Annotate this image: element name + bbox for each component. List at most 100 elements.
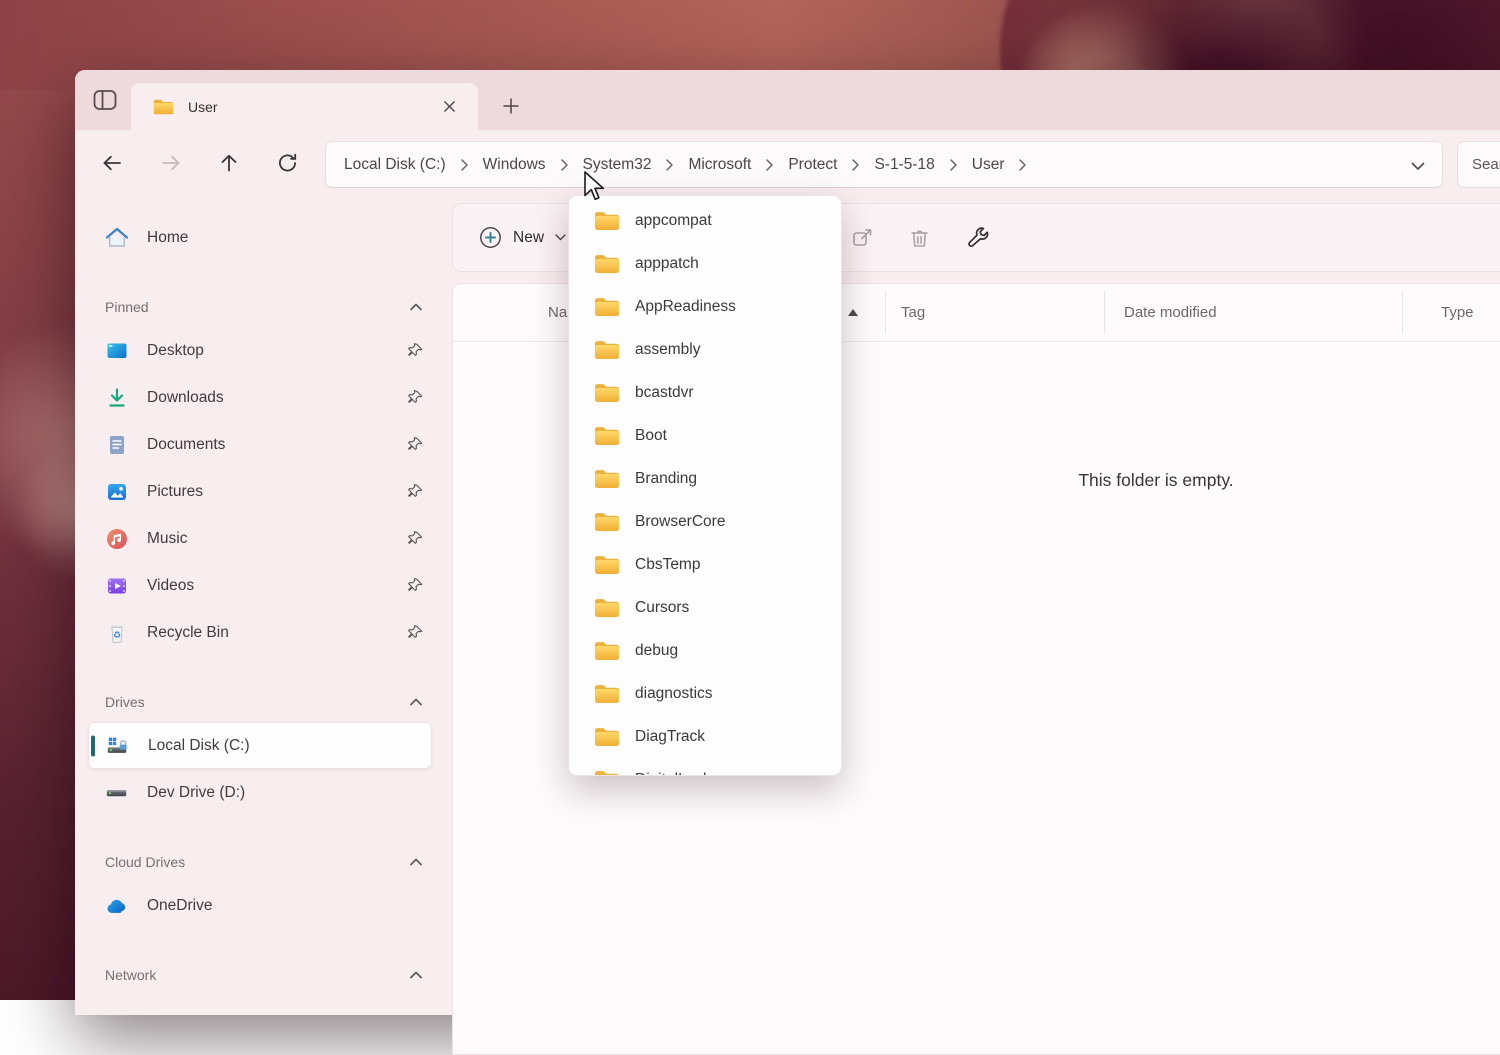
dropdown-folder-label: bcastdvr bbox=[635, 384, 694, 402]
videos-icon bbox=[105, 574, 129, 598]
sidebar-item-label: Documents bbox=[147, 436, 406, 454]
breadcrumb-item[interactable]: User bbox=[970, 153, 1007, 177]
sidebar-item[interactable]: Music bbox=[88, 515, 432, 562]
sidebar-item[interactable]: Downloads bbox=[88, 374, 432, 421]
sidebar-item-onedrive[interactable]: OneDrive bbox=[88, 882, 432, 929]
sidebar-section-pinned[interactable]: Pinned bbox=[88, 287, 432, 327]
dropdown-folder-item[interactable]: assembly bbox=[569, 328, 841, 371]
dropdown-folder-item[interactable]: DiagTrack bbox=[569, 715, 841, 758]
dropdown-folder-item[interactable]: DigitalLocker bbox=[569, 758, 841, 776]
pin-icon[interactable] bbox=[406, 389, 424, 407]
dropdown-folder-item[interactable]: bcastdvr bbox=[569, 371, 841, 414]
column-header-tag[interactable]: Tag bbox=[901, 284, 925, 341]
sidebar-item[interactable]: Videos bbox=[88, 562, 432, 609]
folder-icon bbox=[594, 554, 620, 576]
new-button[interactable]: New bbox=[479, 226, 566, 249]
dropdown-folder-item[interactable]: diagnostics bbox=[569, 672, 841, 715]
dropdown-folder-label: DigitalLocker bbox=[635, 771, 725, 777]
dropdown-folder-item[interactable]: CbsTemp bbox=[569, 543, 841, 586]
sidebar-item-home[interactable]: Home bbox=[88, 214, 432, 261]
breadcrumb-item[interactable]: Microsoft bbox=[686, 153, 753, 177]
sidebar-item[interactable]: Pictures bbox=[88, 468, 432, 515]
tools-button[interactable] bbox=[958, 218, 998, 258]
onedrive-icon bbox=[105, 894, 129, 918]
column-header-type[interactable]: Type bbox=[1441, 284, 1474, 341]
sidebar-section-cloud-drives[interactable]: Cloud Drives bbox=[88, 842, 432, 882]
sidebar-item-drive[interactable]: Local Disk (C:) bbox=[88, 722, 432, 769]
new-button-label: New bbox=[513, 229, 544, 247]
chevron-up-icon bbox=[410, 303, 422, 311]
tab-close-button[interactable] bbox=[436, 94, 462, 120]
search-placeholder: Search User bbox=[1472, 156, 1500, 173]
chevron-down-icon bbox=[1411, 162, 1425, 171]
dropdown-folder-item[interactable]: Cursors bbox=[569, 586, 841, 629]
sidebar-item[interactable]: ♻ Recycle Bin bbox=[88, 609, 432, 656]
sidebar-item-label: Pictures bbox=[147, 483, 406, 501]
breadcrumb-item[interactable]: S-1-5-18 bbox=[872, 153, 936, 177]
folder-icon bbox=[594, 210, 620, 232]
dropdown-folder-item[interactable]: BrowserCore bbox=[569, 500, 841, 543]
refresh-icon bbox=[275, 151, 299, 175]
breadcrumb-item[interactable]: System32 bbox=[581, 153, 654, 177]
sidebar-item-drive[interactable]: Dev Drive (D:) bbox=[88, 769, 432, 816]
pin-icon[interactable] bbox=[406, 483, 424, 501]
column-divider[interactable] bbox=[1104, 291, 1105, 334]
close-icon bbox=[443, 100, 456, 113]
home-icon bbox=[105, 226, 129, 250]
section-label: Pinned bbox=[105, 299, 410, 315]
folder-icon bbox=[594, 339, 620, 361]
tab-user[interactable]: User bbox=[131, 83, 478, 130]
dropdown-folder-item[interactable]: Branding bbox=[569, 457, 841, 500]
pin-icon[interactable] bbox=[406, 530, 424, 548]
column-divider[interactable] bbox=[885, 291, 886, 334]
tab-layout-icon bbox=[90, 85, 120, 115]
back-button[interactable] bbox=[93, 144, 131, 182]
tab-bar: User bbox=[75, 70, 1500, 130]
pinned-list: Desktop Downloads Documents Pictures bbox=[75, 327, 452, 656]
breadcrumb-separator-icon bbox=[949, 158, 958, 172]
sidebar-item[interactable]: Documents bbox=[88, 421, 432, 468]
dropdown-folder-item[interactable]: apppatch bbox=[569, 242, 841, 285]
up-arrow-icon bbox=[217, 151, 241, 175]
delete-button[interactable] bbox=[899, 218, 939, 258]
plus-icon bbox=[502, 97, 520, 115]
new-tab-button[interactable] bbox=[495, 90, 527, 122]
column-divider[interactable] bbox=[1402, 291, 1403, 334]
breadcrumb: Local Disk (C:) Windows System32 Microso… bbox=[342, 153, 1039, 177]
dropdown-folder-item[interactable]: debug bbox=[569, 629, 841, 672]
breadcrumb-separator-icon bbox=[1018, 158, 1027, 172]
pin-icon[interactable] bbox=[406, 342, 424, 360]
chevron-up-icon bbox=[410, 858, 422, 866]
dropdown-folder-label: AppReadiness bbox=[635, 298, 736, 316]
breadcrumb-separator-icon bbox=[560, 158, 569, 172]
address-dropdown-button[interactable] bbox=[1408, 156, 1428, 176]
music-icon bbox=[105, 527, 129, 551]
share-button[interactable] bbox=[842, 218, 882, 258]
sidebar-item[interactable]: Desktop bbox=[88, 327, 432, 374]
search-input[interactable]: Search User bbox=[1457, 141, 1500, 188]
sidebar-section-network[interactable]: Network bbox=[88, 955, 432, 995]
section-label: Network bbox=[105, 967, 410, 983]
column-header-date-modified[interactable]: Date modified bbox=[1124, 284, 1217, 341]
refresh-button[interactable] bbox=[268, 144, 306, 182]
sidebar: Home Pinned Desktop Downloads bbox=[75, 198, 452, 1015]
dropdown-folder-item[interactable]: Boot bbox=[569, 414, 841, 457]
breadcrumb-item[interactable]: Protect bbox=[786, 153, 839, 177]
folder-icon bbox=[594, 425, 620, 447]
up-button[interactable] bbox=[210, 144, 248, 182]
svg-text:♻: ♻ bbox=[113, 630, 121, 640]
address-bar[interactable]: Local Disk (C:) Windows System32 Microso… bbox=[325, 141, 1443, 188]
tab-list-button[interactable] bbox=[88, 83, 122, 117]
folder-icon bbox=[594, 296, 620, 318]
forward-button[interactable] bbox=[152, 144, 190, 182]
dropdown-folder-label: DiagTrack bbox=[635, 728, 705, 746]
sidebar-section-drives[interactable]: Drives bbox=[88, 682, 432, 722]
dropdown-folder-item[interactable]: appcompat bbox=[569, 199, 841, 242]
breadcrumb-item[interactable]: Windows bbox=[481, 153, 548, 177]
selection-accent-bar bbox=[91, 735, 95, 756]
pin-icon[interactable] bbox=[406, 436, 424, 454]
pin-icon[interactable] bbox=[406, 577, 424, 595]
breadcrumb-item[interactable]: Local Disk (C:) bbox=[342, 153, 448, 177]
dropdown-folder-item[interactable]: AppReadiness bbox=[569, 285, 841, 328]
pin-icon[interactable] bbox=[406, 624, 424, 642]
